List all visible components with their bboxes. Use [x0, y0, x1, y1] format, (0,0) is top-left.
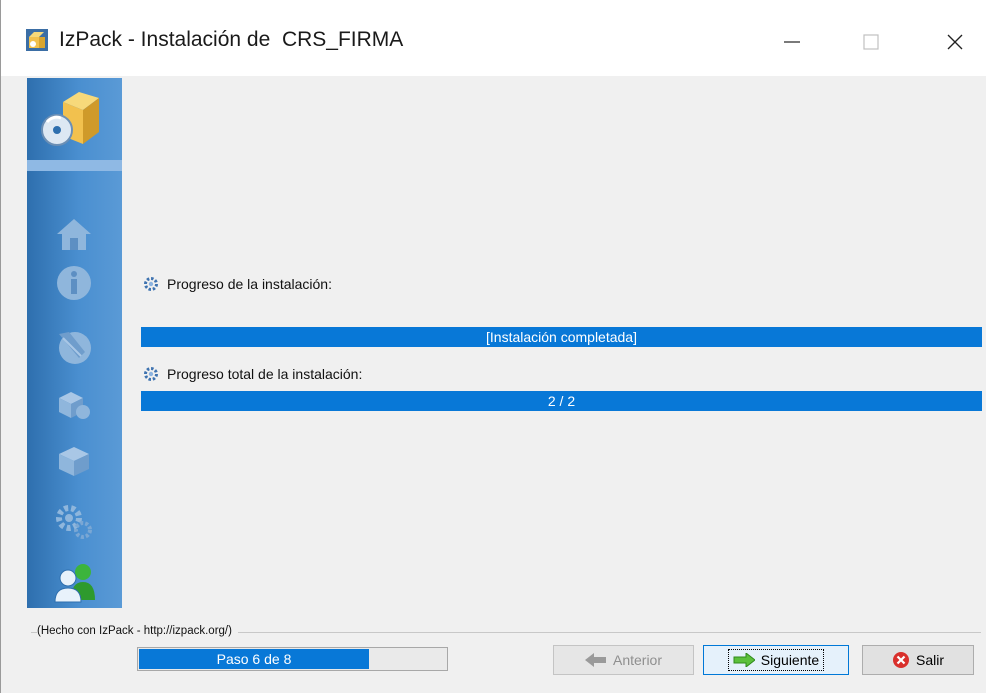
pack-progress-text: [Instalación completada] [486, 329, 637, 345]
total-progress-label-text: Progreso total de la instalación: [167, 366, 363, 382]
pack-progress-bar: [Instalación completada] [141, 327, 982, 347]
close-button[interactable] [935, 24, 975, 60]
gear-icon [144, 277, 158, 291]
total-progress-bar: 2 / 2 [141, 391, 982, 411]
target-icon [59, 447, 89, 476]
arrow-right-icon [733, 653, 755, 667]
home-icon [57, 219, 91, 250]
izpack-credits: (Hecho con IzPack - http://izpack.org/) [37, 625, 238, 637]
quit-button[interactable]: Salir [862, 645, 974, 675]
next-button[interactable]: Siguiente [703, 645, 849, 675]
window-title: IzPack - Instalación de CRS_FIRMA [59, 28, 404, 51]
previous-button[interactable]: Anterior [553, 645, 694, 675]
users-icon [54, 564, 95, 603]
packs-icon [59, 392, 90, 419]
close-icon [947, 34, 963, 50]
arrow-left-icon [584, 653, 606, 667]
step-progress-bar: Paso 6 de 8 [137, 647, 448, 671]
total-progress-text: 2 / 2 [547, 393, 576, 409]
total-progress-label: Progreso total de la instalación: [143, 366, 362, 382]
quit-button-label: Salir [915, 652, 944, 668]
info-icon [57, 266, 91, 300]
pack-progress-label-text: Progreso de la instalación: [167, 276, 332, 292]
minimize-icon [784, 41, 800, 43]
error-icon [892, 652, 909, 668]
gear-icon [144, 367, 158, 381]
app-icon [26, 29, 48, 51]
minimize-button[interactable] [772, 24, 812, 60]
maximize-button[interactable] [851, 24, 891, 60]
title-bar: IzPack - Instalación de CRS_FIRMA [1, 0, 986, 76]
maximize-icon [863, 34, 879, 50]
step-progress-text: Paso 6 de 8 [216, 651, 292, 667]
steps-sidebar [27, 78, 122, 608]
sidebar-separator [27, 160, 122, 171]
settings-icon [56, 505, 92, 539]
pack-progress-label: Progreso de la instalación: [143, 276, 332, 292]
next-button-label: Siguiente [760, 652, 820, 668]
license-icon [59, 332, 91, 364]
installer-box-icon [41, 92, 99, 146]
installer-window: IzPack - Instalación de CRS_FIRMA Progre… [0, 0, 986, 693]
previous-button-label: Anterior [612, 652, 663, 668]
